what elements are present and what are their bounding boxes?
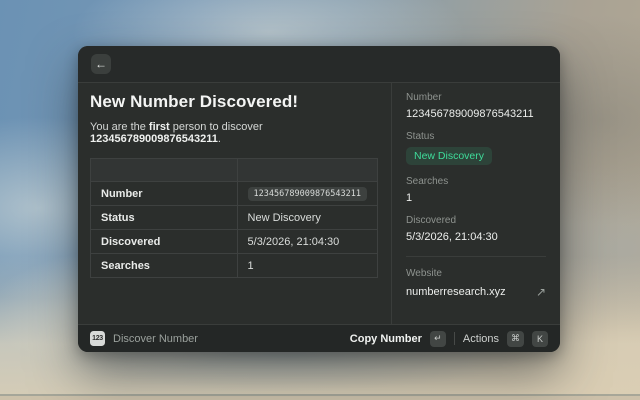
- main-panel: New Number Discovered! You are the first…: [78, 83, 391, 324]
- discover-number-window: ← New Number Discovered! You are the fir…: [78, 46, 560, 352]
- table-row-status: Status New Discovery: [91, 206, 378, 230]
- back-button[interactable]: ←: [91, 54, 111, 74]
- sidebar-label-website: Website: [406, 268, 546, 279]
- table-row-searches: Searches 1: [91, 254, 378, 278]
- below-horizon-band: [0, 396, 640, 400]
- sidebar-divider: [406, 256, 546, 257]
- command-key-badge[interactable]: ⌘: [507, 331, 524, 347]
- table-header-cell: [91, 159, 238, 182]
- app-icon: 123: [90, 331, 105, 346]
- website-link[interactable]: numberresearch.xyz ↗: [406, 285, 546, 299]
- k-key-badge[interactable]: K: [532, 331, 548, 347]
- metadata-sidebar: Number 123456789009876543211 Status New …: [391, 83, 560, 324]
- footer-actions: Copy Number ↵ Actions ⌘ K: [350, 331, 548, 347]
- window-footer: 123 Discover Number Copy Number ↵ Action…: [78, 324, 560, 352]
- row-value: 1: [237, 254, 377, 278]
- table-row-discovered: Discovered 5/3/2026, 21:04:30: [91, 230, 378, 254]
- subtitle-text: You are the: [90, 121, 149, 133]
- row-value: 123456789009876543211: [237, 182, 377, 206]
- sidebar-label-searches: Searches: [406, 176, 546, 187]
- row-label: Discovered: [91, 230, 238, 254]
- window-body: New Number Discovered! You are the first…: [78, 83, 560, 324]
- row-label: Status: [91, 206, 238, 230]
- subtitle-first-word: first: [149, 121, 170, 133]
- copy-number-button[interactable]: Copy Number: [350, 333, 422, 345]
- sidebar-value-discovered: 5/3/2026, 21:04:30: [406, 231, 546, 243]
- page-title: New Number Discovered!: [90, 92, 379, 112]
- subtitle-text: person to discover: [170, 121, 263, 133]
- sidebar-label-number: Number: [406, 92, 546, 103]
- back-arrow-icon: ←: [95, 58, 107, 70]
- status-badge: New Discovery: [406, 147, 492, 165]
- number-chip: 123456789009876543211: [248, 187, 367, 201]
- subtitle: You are the first person to discover 123…: [90, 121, 379, 145]
- sidebar-label-discovered: Discovered: [406, 215, 546, 226]
- window-header: ←: [78, 46, 560, 83]
- sidebar-value-number: 123456789009876543211: [406, 108, 546, 120]
- row-label: Searches: [91, 254, 238, 278]
- table-header-cell: [237, 159, 377, 182]
- subtitle-text: .: [218, 133, 221, 145]
- detail-table: Number 123456789009876543211 Status New …: [90, 158, 378, 278]
- sidebar-value-searches: 1: [406, 192, 546, 204]
- sidebar-label-status: Status: [406, 131, 546, 142]
- app-name: Discover Number: [113, 333, 198, 345]
- website-url: numberresearch.xyz: [406, 286, 506, 298]
- table-row-number: Number 123456789009876543211: [91, 182, 378, 206]
- subtitle-number: 123456789009876543211: [90, 133, 218, 145]
- row-label: Number: [91, 182, 238, 206]
- external-link-icon: ↗: [536, 285, 546, 299]
- row-value: 5/3/2026, 21:04:30: [237, 230, 377, 254]
- enter-key-badge[interactable]: ↵: [430, 331, 446, 347]
- row-value: New Discovery: [237, 206, 377, 230]
- footer-divider: [454, 332, 455, 345]
- table-header-row: [91, 159, 378, 182]
- actions-button[interactable]: Actions: [463, 333, 499, 345]
